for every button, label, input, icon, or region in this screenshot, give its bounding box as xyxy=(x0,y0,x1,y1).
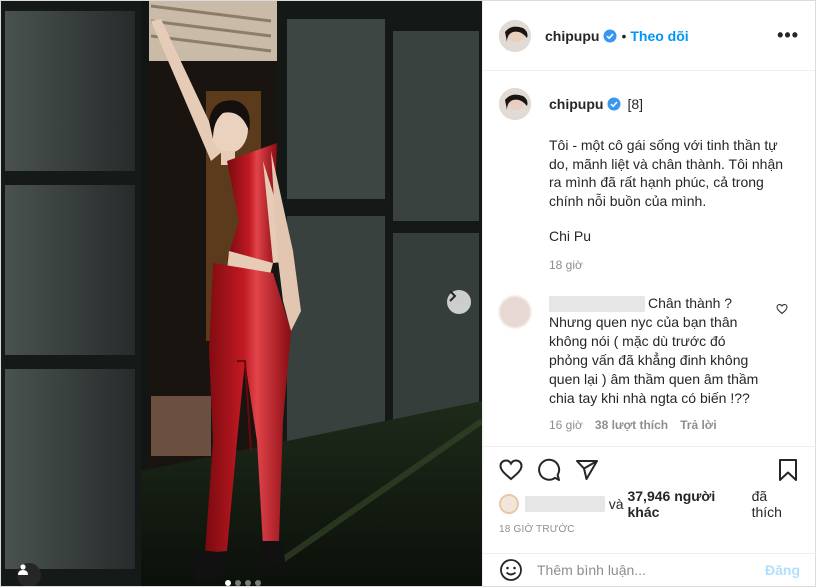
carousel-dot xyxy=(245,580,251,586)
comments-section[interactable]: chipupu [8] Tôi - một cô gái sống với ti… xyxy=(483,72,816,445)
emoji-icon[interactable] xyxy=(499,558,523,582)
comment-time[interactable]: 16 giờ xyxy=(549,418,583,432)
caption-header: chipupu [8] xyxy=(549,88,789,120)
reply-button[interactable]: Trả lời xyxy=(680,418,717,432)
share-icon[interactable] xyxy=(575,458,599,482)
next-slide-button[interactable] xyxy=(447,290,471,314)
follow-button[interactable]: Theo dõi xyxy=(630,28,688,44)
post-actions: và 37,946 người khác đã thích 18 GIỜ TRƯ… xyxy=(483,446,816,535)
caption-signature: Chi Pu xyxy=(549,228,592,244)
comment-meta: 16 giờ 38 lượt thích Trả lời xyxy=(549,418,765,432)
post-comment-button[interactable]: Đăng xyxy=(765,562,800,578)
comment-text: Chân thành ? Nhưng quen nyc của bạn thân… xyxy=(549,294,765,408)
commenter-name-blurred[interactable] xyxy=(549,296,645,313)
comment-likes[interactable]: 38 lượt thích xyxy=(595,418,668,432)
likes-summary: và 37,946 người khác đã thích xyxy=(499,488,800,520)
comment-icon[interactable] xyxy=(537,458,561,482)
carousel-dot xyxy=(235,580,241,586)
heart-icon[interactable] xyxy=(499,458,523,482)
post-sidebar: chipupu • Theo dõi ••• chipupu [8] Tôi -… xyxy=(482,1,816,586)
avatar[interactable] xyxy=(499,19,531,52)
comment-item: Chân thành ? Nhưng quen nyc của bạn thân… xyxy=(499,294,800,432)
comment-body: Chân thành ? Nhưng quen nyc của bạn thân… xyxy=(549,294,765,432)
caption-tag: [8] xyxy=(627,96,644,112)
carousel-indicator xyxy=(225,580,261,586)
caption-text: Tôi - một cô gái sống với tinh thần tự d… xyxy=(549,137,784,209)
bookmark-icon[interactable] xyxy=(776,458,800,482)
action-icons xyxy=(499,447,800,493)
caption: chipupu [8] Tôi - một cô gái sống với ti… xyxy=(499,88,800,272)
commenter-avatar-blurred[interactable] xyxy=(499,296,531,328)
chevron-right-icon xyxy=(449,290,457,302)
verified-badge-icon xyxy=(603,29,617,43)
caption-time[interactable]: 18 giờ xyxy=(549,258,789,272)
post-age[interactable]: 18 GIỜ TRƯỚC xyxy=(499,524,800,535)
post-photo[interactable] xyxy=(1,1,482,586)
likes-connector: và xyxy=(608,496,624,512)
caption-avatar[interactable] xyxy=(499,88,531,120)
carousel-dot xyxy=(225,580,231,586)
separator: • xyxy=(621,27,627,44)
comment-input[interactable] xyxy=(537,562,765,578)
avatar-image xyxy=(499,88,531,120)
instagram-post: chipupu • Theo dõi ••• chipupu [8] Tôi -… xyxy=(0,0,816,587)
user-icon xyxy=(18,564,28,575)
photo-illustration xyxy=(1,1,482,586)
likes-count-link[interactable]: 37,946 người khác xyxy=(627,488,747,520)
liker-name-blurred[interactable] xyxy=(525,496,605,512)
add-comment-bar: Đăng xyxy=(483,553,816,586)
more-options-icon[interactable]: ••• xyxy=(777,25,799,46)
tagged-users-button[interactable] xyxy=(17,563,41,586)
post-header: chipupu • Theo dõi ••• xyxy=(483,1,815,71)
liker-avatar[interactable] xyxy=(499,494,519,514)
carousel-dot xyxy=(255,580,261,586)
username-link[interactable]: chipupu xyxy=(545,28,599,44)
comment-like-heart-icon[interactable] xyxy=(776,302,788,318)
avatar-image xyxy=(499,19,531,52)
caption-body: chipupu [8] Tôi - một cô gái sống với ti… xyxy=(549,88,789,272)
verified-badge-icon xyxy=(607,97,621,111)
caption-username-link[interactable]: chipupu xyxy=(549,96,603,112)
likes-suffix: đã thích xyxy=(751,488,782,520)
